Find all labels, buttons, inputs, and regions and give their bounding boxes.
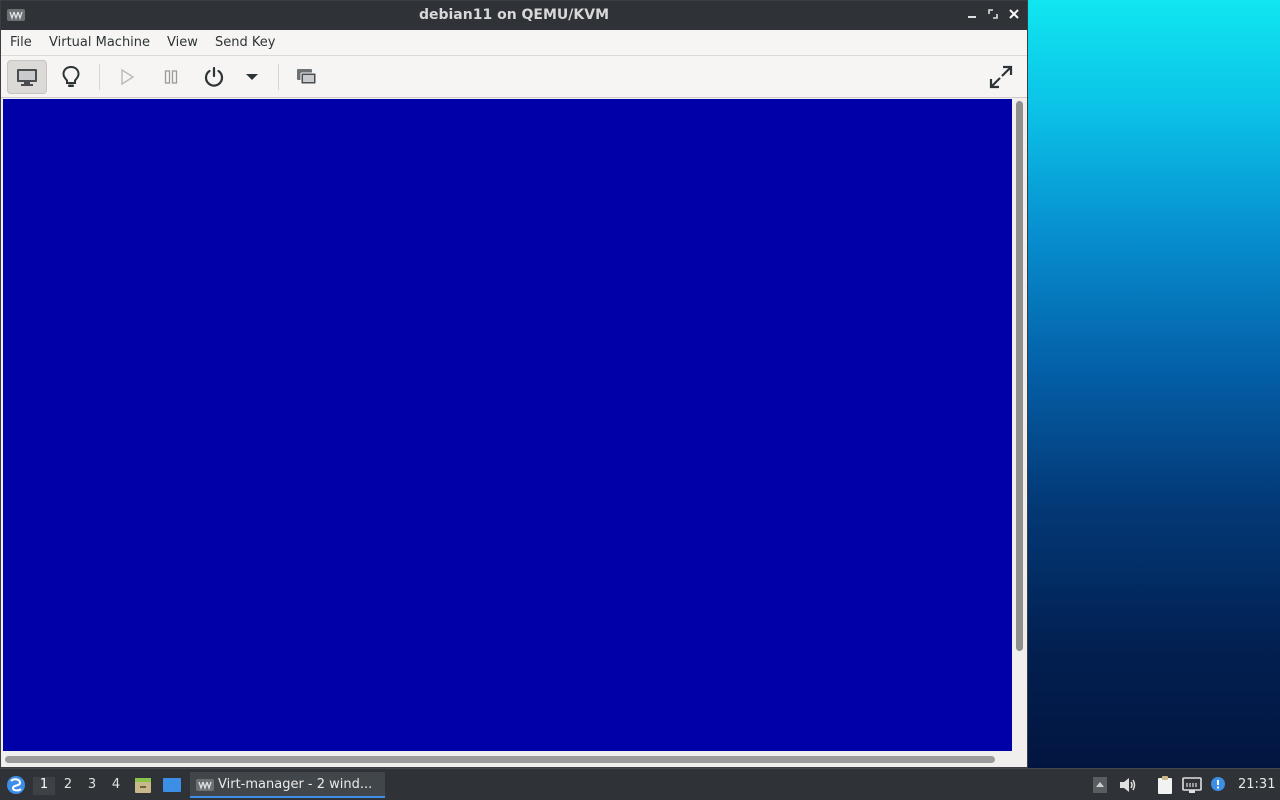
chevron-down-icon [246,74,258,80]
fullscreen-button[interactable] [981,60,1021,94]
taskbar: 1 2 3 4 Virt-manager - 2 wind... 21:31 [0,768,1280,800]
network-button[interactable] [1182,775,1202,795]
start-menu-button[interactable] [5,774,27,796]
toolbar-separator [99,64,100,90]
clock[interactable]: 21:31 [1238,777,1275,792]
run-button[interactable] [107,60,147,94]
console-view-button[interactable] [7,60,47,94]
horizontal-scrollbar[interactable] [3,753,1012,765]
vertical-scrollbar[interactable] [1014,99,1025,751]
virt-manager-icon [196,779,214,791]
file-cabinet-icon [135,778,151,793]
vm-console-window: debian11 on QEMU/KVM File Virtual Machin… [0,0,1028,768]
menu-view[interactable]: View [167,35,198,50]
fullscreen-icon [989,65,1013,89]
toolbar-separator [278,64,279,90]
minimize-icon [968,16,976,18]
tray-expand-button[interactable] [1090,775,1110,795]
shutdown-menu-button[interactable] [233,60,271,94]
vm-display[interactable] [3,99,1012,751]
menubar: File Virtual Machine View Send Key [1,30,1027,56]
lightbulb-icon [62,65,80,87]
network-wired-icon [1182,777,1202,793]
speaker-icon [1120,778,1136,792]
workspace-1[interactable]: 1 [33,777,55,795]
notifications-button[interactable] [1208,775,1228,795]
horizontal-scrollbar-thumb[interactable] [5,756,995,763]
arrow-up-icon [1093,777,1107,793]
menu-send-key[interactable]: Send Key [215,35,275,50]
close-button[interactable] [1005,6,1023,24]
clipboard-button[interactable] [1155,775,1175,795]
maximize-icon [988,9,998,19]
lxqt-logo-icon [7,776,25,794]
desktop-icon [163,778,181,792]
details-view-button[interactable] [51,60,91,94]
notification-icon [1211,777,1225,791]
volume-button[interactable] [1118,775,1138,795]
maximize-button[interactable] [984,6,1002,24]
shutdown-button[interactable] [194,60,234,94]
workspace-4[interactable]: 4 [105,777,127,795]
taskbar-task-virt-manager[interactable]: Virt-manager - 2 wind... [190,772,385,798]
toolbar [1,56,1027,98]
workspace-2[interactable]: 2 [57,777,79,795]
menu-file[interactable]: File [10,35,32,50]
file-manager-launcher[interactable] [133,775,153,795]
minimize-button[interactable] [963,6,981,24]
monitor-icon [17,69,37,86]
task-label: Virt-manager - 2 wind... [218,777,373,792]
pause-button[interactable] [151,60,191,94]
window-titlebar[interactable]: debian11 on QEMU/KVM [1,1,1027,30]
snapshots-button[interactable] [287,60,327,94]
menu-virtual-machine[interactable]: Virtual Machine [49,35,150,50]
vertical-scrollbar-thumb[interactable] [1016,101,1023,651]
pause-icon [164,70,178,84]
workspace-3[interactable]: 3 [81,777,103,795]
play-icon [121,68,135,86]
power-icon [204,66,224,87]
clipboard-icon [1158,776,1172,794]
close-icon [1009,9,1019,19]
window-title: debian11 on QEMU/KVM [418,7,610,23]
show-desktop-button[interactable] [162,775,182,795]
snapshots-icon [297,69,317,85]
